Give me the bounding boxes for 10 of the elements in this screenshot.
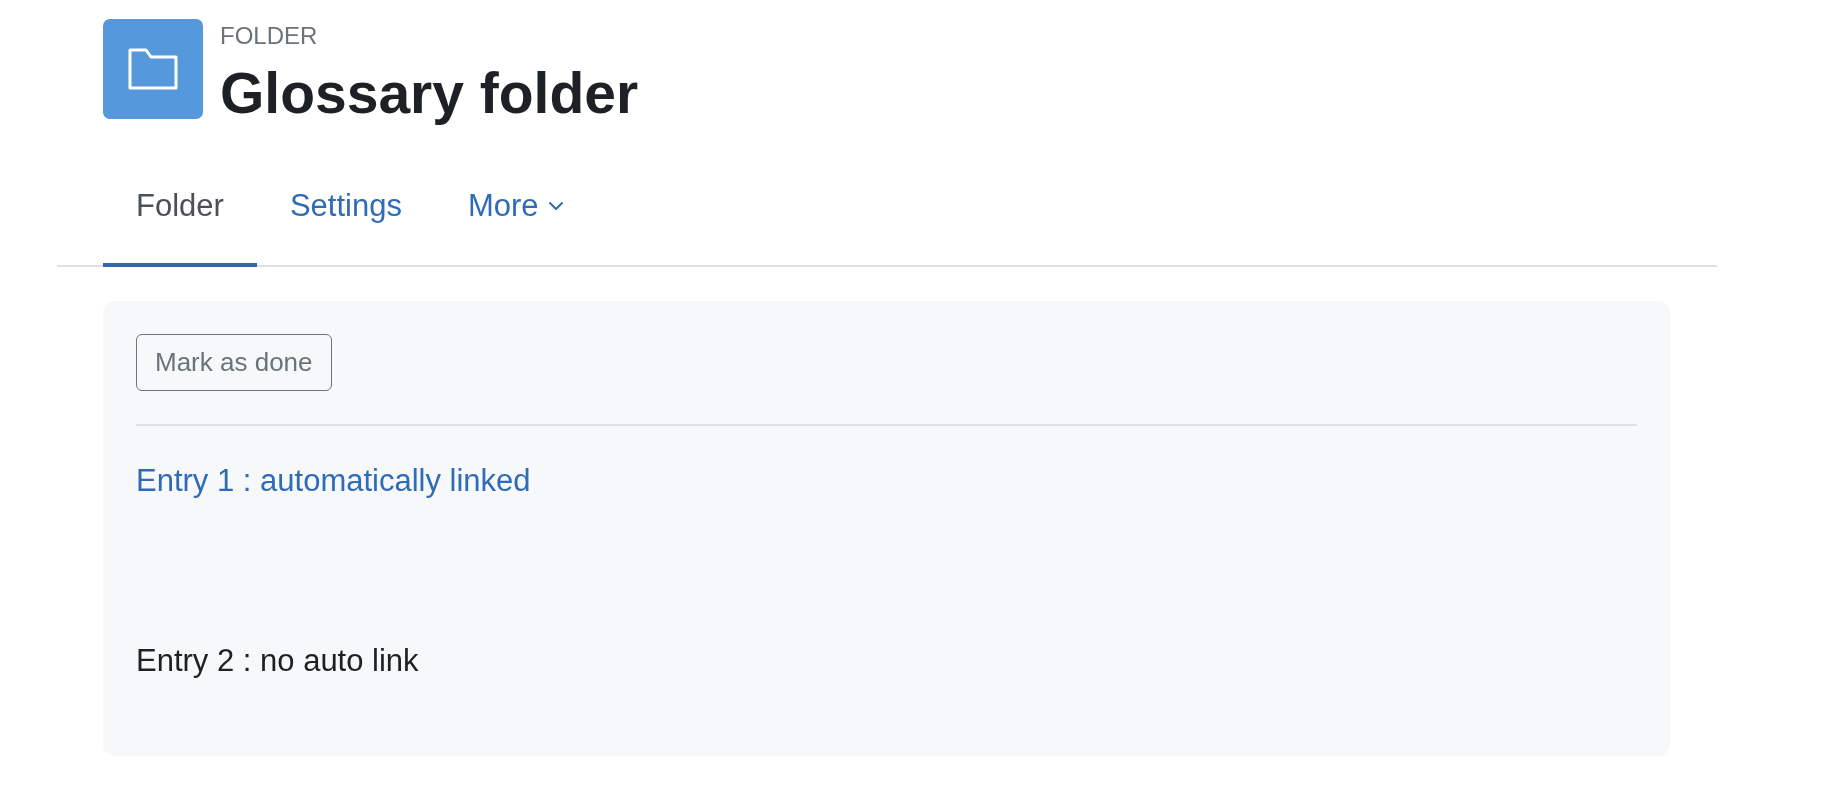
entry-link[interactable]: Entry 1 : automatically linked <box>136 463 531 499</box>
mark-as-done-button[interactable]: Mark as done <box>136 334 332 391</box>
nav-tab[interactable]: More <box>434 145 597 267</box>
chevron-down-icon <box>547 201 564 211</box>
activity-type-label: FOLDER <box>220 22 319 50</box>
nav-tab[interactable]: Folder <box>103 145 257 267</box>
page-title: Glossary folder <box>220 61 639 125</box>
nav-tab[interactable]: Settings <box>256 145 435 267</box>
entry-text: Entry 2 : no auto link <box>136 643 419 679</box>
folder-icon <box>103 19 203 119</box>
